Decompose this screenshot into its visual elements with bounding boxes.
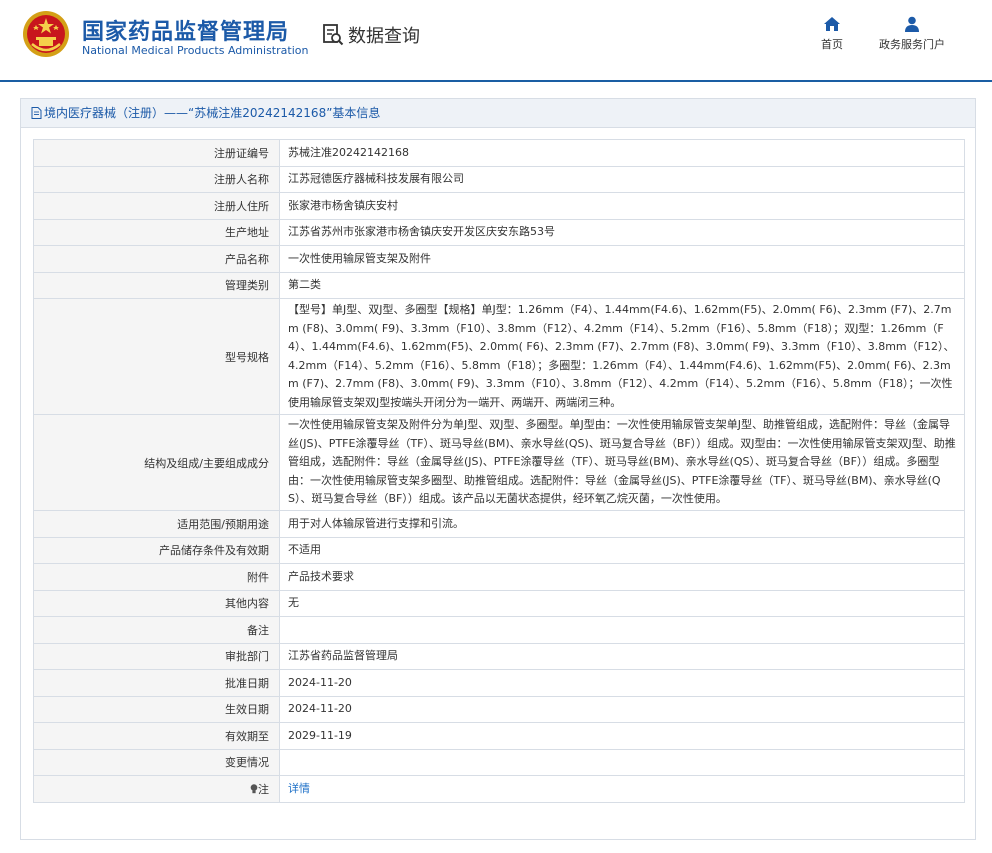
table-row: 型号规格 【型号】单J型、双J型、多圈型【规格】单J型：1.26mm（F4）、1… <box>33 298 965 415</box>
table-row: 结构及组成/主要组成成分 一次性使用输尿管支架及附件分为单J型、双J型、多圈型。… <box>33 414 965 511</box>
field-label: 管理类别 <box>33 271 280 299</box>
field-label: 备注 <box>33 616 280 644</box>
table-row: 附件 产品技术要求 <box>33 563 965 591</box>
field-value: 2029-11-19 <box>279 722 965 750</box>
field-value: 产品技术要求 <box>279 563 965 591</box>
field-value: 一次性使用输尿管支架及附件分为单J型、双J型、多圈型。单J型由：一次性使用输尿管… <box>279 414 965 511</box>
field-label: 适用范围/预期用途 <box>33 510 280 538</box>
field-label: 批准日期 <box>33 669 280 697</box>
document-icon <box>31 107 42 119</box>
user-icon <box>905 16 919 32</box>
field-label: 有效期至 <box>33 722 280 750</box>
field-label: 注册证编号 <box>33 139 280 167</box>
nav-home[interactable]: 首页 <box>815 16 849 52</box>
table-row: 批准日期 2024-11-20 <box>33 669 965 697</box>
field-label: 产品名称 <box>33 245 280 273</box>
nav-home-label: 首页 <box>821 38 843 51</box>
table-row: 适用范围/预期用途 用于对人体输尿管进行支撑和引流。 <box>33 510 965 538</box>
table-row: 生产地址 江苏省苏州市张家港市杨舍镇庆安开发区庆安东路53号 <box>33 218 965 246</box>
field-label: 注 <box>258 782 269 796</box>
table-row: 注册人住所 张家港市杨舍镇庆安村 <box>33 192 965 220</box>
field-value: 用于对人体输尿管进行支撑和引流。 <box>279 510 965 538</box>
field-label: 型号规格 <box>33 298 280 415</box>
national-emblem-icon <box>23 11 69 57</box>
field-value: 苏械注准20242142168 <box>279 139 965 167</box>
field-value: 张家港市杨舍镇庆安村 <box>279 192 965 220</box>
field-value: 【型号】单J型、双J型、多圈型【规格】单J型：1.26mm（F4）、1.44mm… <box>279 298 965 415</box>
table-row: 产品储存条件及有效期 不适用 <box>33 536 965 564</box>
field-label: 注册人名称 <box>33 165 280 193</box>
registration-info-table: 注册证编号 苏械注准20242142168 注册人名称 江苏冠德医疗器械科技发展… <box>33 139 965 803</box>
field-value: 2024-11-20 <box>279 669 965 697</box>
field-value: 无 <box>279 589 965 617</box>
table-row: 注 详情 <box>33 775 965 803</box>
home-icon <box>824 17 840 31</box>
table-row: 注册人名称 江苏冠德医疗器械科技发展有限公司 <box>33 165 965 193</box>
details-link[interactable]: 详情 <box>288 782 310 795</box>
field-label: 生效日期 <box>33 695 280 723</box>
table-row: 备注 <box>33 616 965 644</box>
data-query-label: 数据查询 <box>348 26 420 47</box>
field-label: 产品储存条件及有效期 <box>33 536 280 564</box>
field-label: 变更情况 <box>33 748 280 776</box>
field-value: 一次性使用输尿管支架及附件 <box>279 245 965 273</box>
table-row: 其他内容 无 <box>33 589 965 617</box>
field-value <box>279 748 965 776</box>
panel-title-text: 境内医疗器械（注册）——“苏械注准20242142168”基本信息 <box>44 106 381 120</box>
field-value: 江苏冠德医疗器械科技发展有限公司 <box>279 165 965 193</box>
field-value: 江苏省药品监督管理局 <box>279 642 965 670</box>
table-row: 管理类别 第二类 <box>33 271 965 299</box>
table-row: 生效日期 2024-11-20 <box>33 695 965 723</box>
field-value: 不适用 <box>279 536 965 564</box>
field-label: 附件 <box>33 563 280 591</box>
info-panel: 境内医疗器械（注册）——“苏械注准20242142168”基本信息 注册证编号 … <box>20 98 976 840</box>
field-value <box>279 616 965 644</box>
table-row: 产品名称 一次性使用输尿管支架及附件 <box>33 245 965 273</box>
nav-service-portal[interactable]: 政务服务门户 <box>872 16 952 52</box>
note-label-cell: 注 <box>33 775 280 803</box>
bulb-icon <box>250 784 258 793</box>
data-query-title: 数据查询 <box>322 22 420 48</box>
field-label: 注册人住所 <box>33 192 280 220</box>
table-row: 有效期至 2029-11-19 <box>33 722 965 750</box>
brand-name-cn: 国家药品监督管理局 <box>82 20 290 45</box>
table-row: 注册证编号 苏械注准20242142168 <box>33 139 965 167</box>
table-row: 变更情况 <box>33 748 965 776</box>
field-label: 生产地址 <box>33 218 280 246</box>
document-search-icon <box>323 24 344 46</box>
field-value: 2024-11-20 <box>279 695 965 723</box>
panel-title: 境内医疗器械（注册）——“苏械注准20242142168”基本信息 <box>21 99 975 128</box>
field-value: 第二类 <box>279 271 965 299</box>
note-value-cell: 详情 <box>279 775 965 803</box>
field-label: 审批部门 <box>33 642 280 670</box>
nav-portal-label: 政务服务门户 <box>879 38 945 51</box>
field-label: 其他内容 <box>33 589 280 617</box>
brand-name-en: National Medical Products Administration <box>82 44 309 57</box>
table-row: 审批部门 江苏省药品监督管理局 <box>33 642 965 670</box>
field-value: 江苏省苏州市张家港市杨舍镇庆安开发区庆安东路53号 <box>279 218 965 246</box>
site-header: 国家药品监督管理局 National Medical Products Admi… <box>0 0 992 82</box>
field-label: 结构及组成/主要组成成分 <box>33 414 280 511</box>
